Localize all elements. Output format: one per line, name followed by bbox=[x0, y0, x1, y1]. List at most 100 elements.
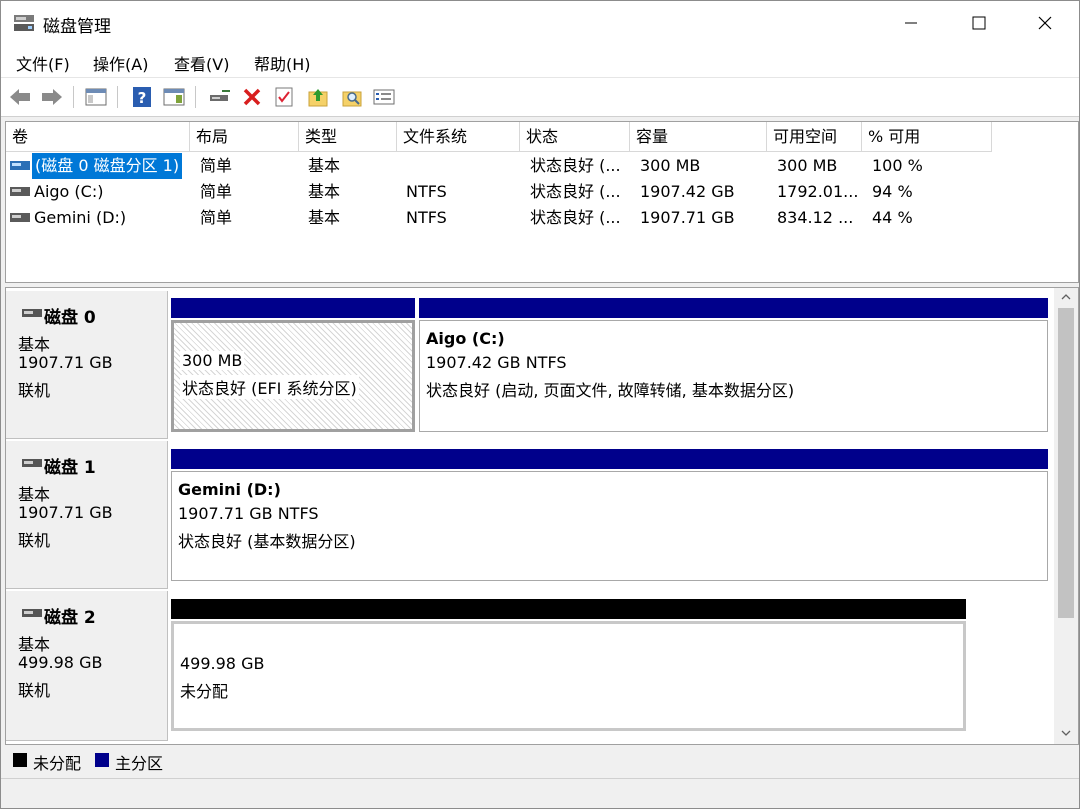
cell-volume: Gemini (D:) bbox=[34, 208, 127, 227]
help-button[interactable]: ? bbox=[129, 84, 155, 110]
partition-status: 状态良好 (基本数据分区) bbox=[178, 532, 356, 551]
cell-layout: 简单 bbox=[200, 182, 233, 201]
connect-virtual-disk-button[interactable] bbox=[207, 84, 233, 110]
column-header-status[interactable]: 状态 bbox=[520, 122, 630, 152]
disk-icon bbox=[22, 309, 42, 317]
menu-help[interactable]: 帮助(H) bbox=[254, 51, 311, 75]
partition-size: 499.98 GB bbox=[180, 654, 265, 673]
disk-0-label[interactable]: 磁盘 0 基本 1907.71 GB 联机 bbox=[6, 291, 168, 439]
cell-free-space: 834.12 ... bbox=[777, 208, 854, 227]
cell-free-space: 1792.01... bbox=[777, 182, 859, 201]
partition-title: Aigo (C:) bbox=[426, 329, 505, 348]
volume-icon bbox=[10, 213, 30, 222]
scroll-up-icon[interactable] bbox=[1061, 294, 1071, 300]
disk-status: 联机 bbox=[18, 381, 51, 400]
legend-primary-swatch bbox=[95, 753, 109, 767]
disk-management-window: 磁盘管理 文件(F) 操作(A) 查看(V) 帮助(H) ? 卷 布局 类型 文… bbox=[0, 0, 1080, 809]
settings-list-button[interactable] bbox=[371, 84, 397, 110]
toolbar: ? bbox=[1, 77, 1079, 117]
disk-type: 基本 bbox=[18, 335, 51, 354]
properties-button[interactable] bbox=[271, 84, 297, 110]
partition-status: 状态良好 (启动, 页面文件, 故障转储, 基本数据分区) bbox=[426, 381, 795, 400]
column-header-capacity[interactable]: 容量 bbox=[630, 122, 767, 152]
delete-x-icon bbox=[243, 88, 261, 106]
minimize-button[interactable] bbox=[877, 1, 945, 45]
help-icon: ? bbox=[133, 87, 151, 107]
disk-status: 联机 bbox=[18, 681, 51, 700]
scrollbar-thumb[interactable] bbox=[1058, 308, 1074, 618]
scroll-down-icon[interactable] bbox=[1061, 730, 1071, 736]
forward-button[interactable] bbox=[39, 84, 65, 110]
cell-status: 状态良好 (... bbox=[530, 208, 621, 227]
status-bar bbox=[1, 778, 1079, 808]
partition-size: 300 MB bbox=[180, 351, 245, 370]
cell-status: 状态良好 (... bbox=[530, 156, 621, 175]
cell-layout: 简单 bbox=[200, 208, 233, 227]
table-row[interactable]: (磁盘 0 磁盘分区 1) 简单 基本 状态良好 (... 300 MB 300… bbox=[6, 153, 1078, 179]
disk-1-label[interactable]: 磁盘 1 基本 1907.71 GB 联机 bbox=[6, 441, 168, 589]
cell-filesystem: NTFS bbox=[406, 208, 447, 227]
legend-unallocated-label: 未分配 bbox=[33, 754, 82, 773]
partition-status: 状态良好 (EFI 系统分区) bbox=[180, 375, 359, 399]
disk-status: 联机 bbox=[18, 531, 51, 550]
cell-type: 基本 bbox=[308, 182, 341, 201]
column-header-type[interactable]: 类型 bbox=[299, 122, 397, 152]
column-header-layout[interactable]: 布局 bbox=[190, 122, 299, 152]
vertical-scrollbar[interactable] bbox=[1054, 288, 1078, 744]
partition-size: 1907.71 GB NTFS bbox=[178, 504, 319, 523]
delete-button[interactable] bbox=[239, 84, 265, 110]
cell-type: 基本 bbox=[308, 156, 341, 175]
table-row[interactable]: Gemini (D:) 简单 基本 NTFS 状态良好 (... 1907.71… bbox=[6, 205, 1078, 231]
partition-aigo-c[interactable]: Aigo (C:) 1907.42 GB NTFS 状态良好 (启动, 页面文件… bbox=[419, 320, 1048, 432]
disk-icon bbox=[22, 459, 42, 467]
cell-capacity: 1907.71 GB bbox=[640, 208, 735, 227]
search-folder-icon bbox=[342, 91, 362, 107]
search-folder-button[interactable] bbox=[339, 84, 365, 110]
minimize-icon bbox=[905, 22, 917, 24]
title-bar: 磁盘管理 bbox=[1, 1, 1079, 45]
column-header-volume[interactable]: 卷 bbox=[6, 122, 190, 152]
disk-connect-icon bbox=[210, 90, 230, 101]
column-header-filesystem[interactable]: 文件系统 bbox=[397, 122, 520, 152]
partition-efi[interactable]: 300 MB 状态良好 (EFI 系统分区) bbox=[171, 320, 415, 432]
table-row[interactable]: Aigo (C:) 简单 基本 NTFS 状态良好 (... 1907.42 G… bbox=[6, 179, 1078, 205]
column-header-percent-free[interactable]: % 可用 bbox=[862, 122, 992, 152]
back-button[interactable] bbox=[7, 84, 33, 110]
disk-type: 基本 bbox=[18, 635, 51, 654]
show-hide-console-tree-button[interactable] bbox=[83, 84, 109, 110]
disk-management-app-icon bbox=[14, 15, 34, 31]
menu-bar: 文件(F) 操作(A) 查看(V) 帮助(H) bbox=[1, 45, 1079, 77]
disk-size: 1907.71 GB bbox=[18, 353, 113, 372]
partition-status: 未分配 bbox=[180, 682, 229, 701]
disk-2-label[interactable]: 磁盘 2 基本 499.98 GB 联机 bbox=[6, 591, 168, 741]
partition-bar-unallocated bbox=[171, 599, 966, 619]
action-pane-icon bbox=[163, 88, 185, 106]
menu-file[interactable]: 文件(F) bbox=[16, 51, 70, 75]
menu-view[interactable]: 查看(V) bbox=[174, 51, 229, 75]
cell-percent-free: 44 % bbox=[872, 208, 913, 227]
partition-bar-primary bbox=[171, 298, 415, 318]
close-icon bbox=[1038, 16, 1052, 30]
maximize-button[interactable] bbox=[945, 1, 1013, 45]
cell-free-space: 300 MB bbox=[777, 156, 838, 175]
partition-gemini-d[interactable]: Gemini (D:) 1907.71 GB NTFS 状态良好 (基本数据分区… bbox=[171, 471, 1048, 581]
partition-unallocated[interactable]: 499.98 GB 未分配 bbox=[171, 621, 966, 731]
list-window-icon bbox=[373, 89, 395, 105]
cell-status: 状态良好 (... bbox=[530, 182, 621, 201]
disk-size: 499.98 GB bbox=[18, 653, 103, 672]
partition-bar-primary bbox=[171, 449, 1048, 469]
disk-name: 磁盘 0 bbox=[44, 308, 96, 328]
cell-capacity: 300 MB bbox=[640, 156, 701, 175]
folder-up-button[interactable] bbox=[305, 84, 331, 110]
partition-size: 1907.42 GB NTFS bbox=[426, 353, 567, 372]
partition-bar-primary bbox=[419, 298, 1048, 318]
maximize-icon bbox=[972, 16, 986, 30]
close-button[interactable] bbox=[1011, 1, 1079, 45]
volume-list: 卷 布局 类型 文件系统 状态 容量 可用空间 % 可用 (磁盘 0 磁盘分区 … bbox=[5, 121, 1079, 283]
show-hide-action-pane-button[interactable] bbox=[161, 84, 187, 110]
disk-size: 1907.71 GB bbox=[18, 503, 113, 522]
column-header-free-space[interactable]: 可用空间 bbox=[767, 122, 862, 152]
disk-icon bbox=[22, 609, 42, 617]
menu-action[interactable]: 操作(A) bbox=[93, 51, 148, 75]
cell-percent-free: 100 % bbox=[872, 156, 923, 175]
